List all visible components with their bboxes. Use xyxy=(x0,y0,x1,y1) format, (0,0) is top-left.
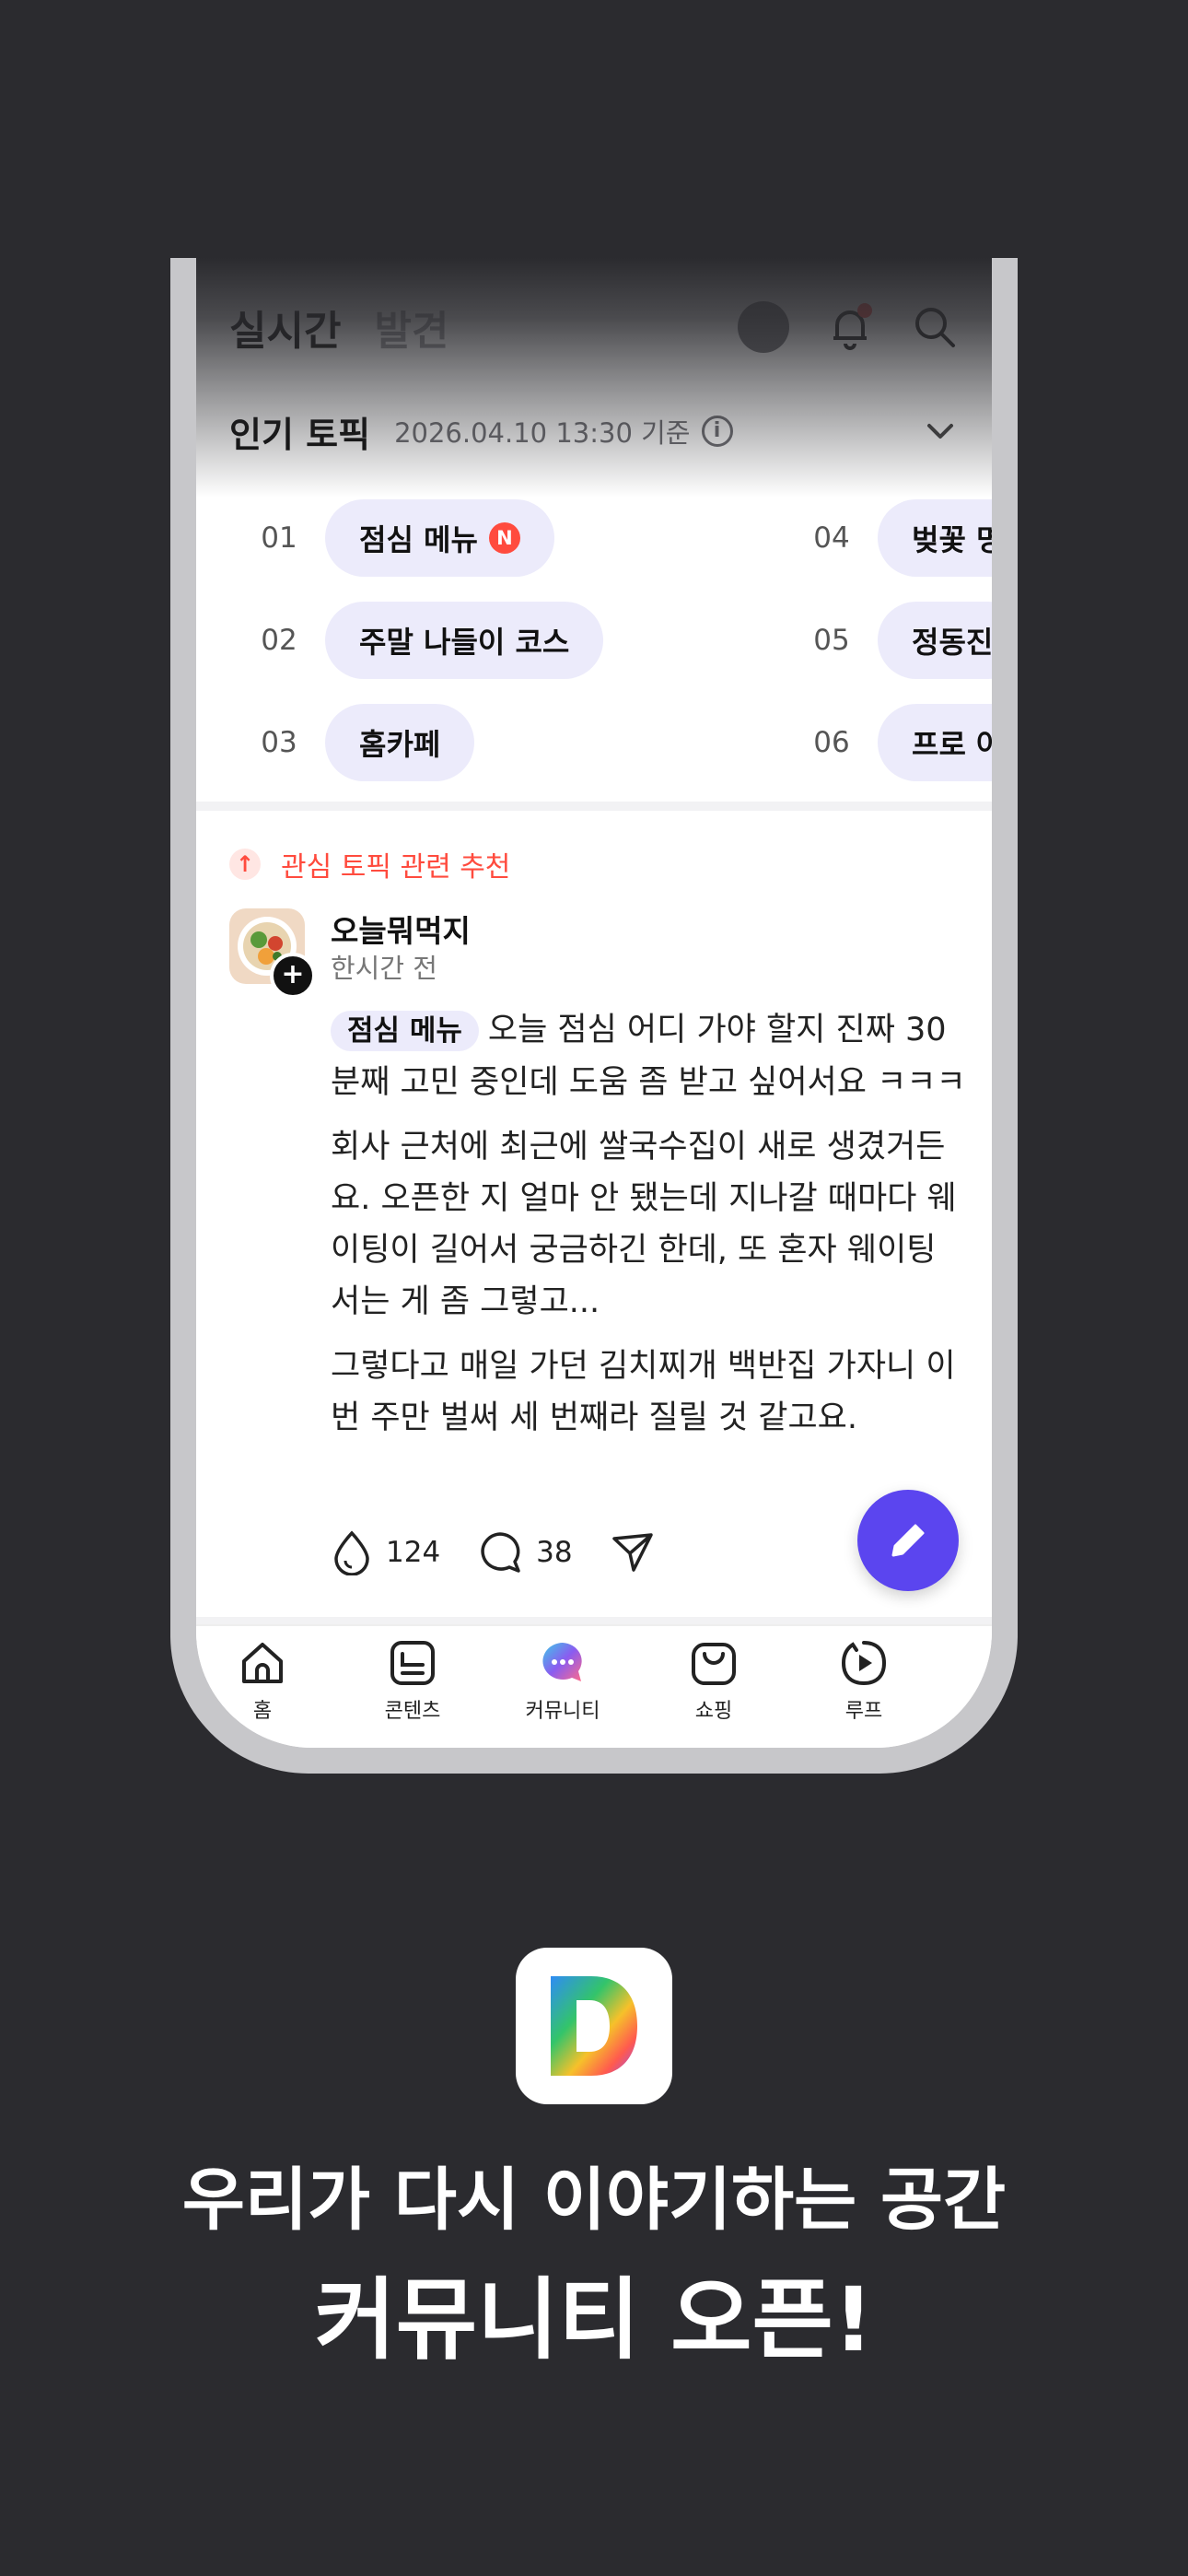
write-post-button[interactable] xyxy=(857,1490,959,1591)
chevron-down-icon[interactable] xyxy=(922,413,959,450)
notification-bell-icon[interactable] xyxy=(824,301,876,353)
shopping-bag-icon xyxy=(692,1643,736,1685)
popular-topics-list: 01 점심 메뉴 N 02 주말 나들이 코스 03 홈카페 04 벚꽃 명 05… xyxy=(196,477,992,781)
topic-item[interactable]: 04 벚꽃 명 xyxy=(786,499,992,577)
arrow-up-icon: ↑ xyxy=(229,849,261,880)
post-text-2: 회사 근처에 최근에 쌀국수집이 새로 생겼거든요. 오픈한 지 얼마 안 됐는… xyxy=(331,1129,957,1320)
nav-contents-label: 콘텐츠 xyxy=(384,1700,441,1723)
topic-rank: 03 xyxy=(261,726,297,759)
section-divider xyxy=(196,802,992,811)
topic-item[interactable]: 03 홈카페 xyxy=(233,704,475,781)
like-button[interactable]: 124 xyxy=(331,1529,440,1575)
post-topic-tag[interactable]: 점심 메뉴 xyxy=(331,1011,479,1051)
nav-divider xyxy=(196,1617,992,1624)
search-icon[interactable] xyxy=(911,303,959,351)
topic-item[interactable]: 02 주말 나들이 코스 xyxy=(233,602,604,679)
popular-topics-header: 인기 토픽 2026.04.10 13:30 기준 i xyxy=(229,394,959,468)
daum-app-logo xyxy=(516,1948,672,2104)
popular-topics-timestamp: 2026.04.10 13:30 기준 xyxy=(394,417,691,449)
topic-pill[interactable]: 홈카페 xyxy=(325,704,475,781)
post-author[interactable]: 오늘뭐먹지 xyxy=(331,907,471,951)
post-actions: 124 38 xyxy=(331,1529,705,1575)
nav-loop[interactable]: 루프 xyxy=(809,1637,919,1724)
notification-dot xyxy=(857,303,872,318)
loop-play-icon xyxy=(841,1641,887,1686)
topic-pill[interactable]: 정동진 xyxy=(878,602,992,679)
daum-d-logo-icon xyxy=(551,1976,637,2076)
post-time: 한시간 전 xyxy=(331,953,437,984)
topic-item[interactable]: 01 점심 메뉴 N xyxy=(233,499,554,577)
topic-pill[interactable]: 프로 야 xyxy=(878,704,992,781)
nav-home[interactable]: 홈 xyxy=(207,1637,318,1724)
topic-pill[interactable]: 점심 메뉴 N xyxy=(325,499,554,577)
comment-button[interactable]: 38 xyxy=(477,1529,573,1575)
topic-pill[interactable]: 벚꽃 명 xyxy=(878,499,992,577)
nav-home-label: 홈 xyxy=(252,1700,273,1723)
topic-rank: 06 xyxy=(813,726,850,759)
topic-item[interactable]: 06 프로 야 xyxy=(786,704,992,781)
post-body[interactable]: 점심 메뉴 오늘 점심 어디 가야 할지 진짜 30분째 고민 중인데 도움 좀 … xyxy=(331,1004,966,1444)
share-button[interactable] xyxy=(610,1529,669,1575)
post-text-3: 그렇다고 매일 가던 김치찌개 백반집 가자니 이번 주만 벌써 세 번째라 질… xyxy=(331,1348,956,1436)
tab-live[interactable]: 실시간 xyxy=(229,298,341,357)
drop-icon xyxy=(334,1530,369,1575)
community-icon xyxy=(542,1643,582,1681)
topic-rank: 04 xyxy=(813,521,850,555)
nav-shopping[interactable]: 쇼핑 xyxy=(658,1637,769,1724)
info-icon[interactable]: i xyxy=(701,416,733,447)
home-icon xyxy=(242,1643,283,1683)
nav-shopping-label: 쇼핑 xyxy=(694,1700,733,1723)
like-count: 124 xyxy=(386,1536,441,1569)
comment-icon xyxy=(481,1532,520,1573)
profile-avatar[interactable] xyxy=(738,301,789,353)
recommendation-label: ↑ 관심 토픽 관련 추천 xyxy=(229,844,510,884)
contents-icon xyxy=(390,1641,435,1685)
nav-community[interactable]: 커뮤니티 xyxy=(507,1637,618,1724)
topic-rank: 02 xyxy=(261,624,297,657)
comment-count: 38 xyxy=(536,1536,573,1569)
phone-frame: 실시간 발견 인기 토픽 2026.04.10 13:30 기준 i 01 점심… xyxy=(170,258,1018,1774)
topic-label: 점심 메뉴 xyxy=(359,522,478,557)
popular-topics-title: 인기 토픽 xyxy=(229,414,371,455)
bottom-nav: 홈 콘텐츠 커뮤니티 쇼핑 루프 xyxy=(196,1624,992,1748)
new-badge: N xyxy=(488,522,520,554)
topic-item[interactable]: 05 정동진 xyxy=(786,602,992,679)
pencil-icon xyxy=(891,1524,925,1557)
nav-community-label: 커뮤니티 xyxy=(525,1700,600,1723)
post-paragraph: 점심 메뉴 오늘 점심 어디 가야 할지 진짜 30분째 고민 중인데 도움 좀 … xyxy=(331,1004,966,1108)
tab-discover[interactable]: 발견 xyxy=(374,298,448,357)
topic-rank: 01 xyxy=(261,521,297,555)
app-screen: 실시간 발견 인기 토픽 2026.04.10 13:30 기준 i 01 점심… xyxy=(196,258,992,1748)
topic-rank: 05 xyxy=(813,624,850,657)
send-icon xyxy=(611,1533,653,1572)
promo-headline: 커뮤니티 오픈! xyxy=(314,2268,874,2371)
topic-pill[interactable]: 주말 나들이 코스 xyxy=(325,602,604,679)
recommendation-text: 관심 토픽 관련 추천 xyxy=(281,851,511,884)
nav-loop-label: 루프 xyxy=(844,1700,883,1723)
nav-contents[interactable]: 콘텐츠 xyxy=(357,1637,468,1724)
top-header: 실시간 발견 xyxy=(229,276,959,378)
promo-tagline: 우리가 다시 이야기하는 공간 xyxy=(181,2160,1007,2240)
follow-plus-button[interactable]: + xyxy=(270,953,316,999)
